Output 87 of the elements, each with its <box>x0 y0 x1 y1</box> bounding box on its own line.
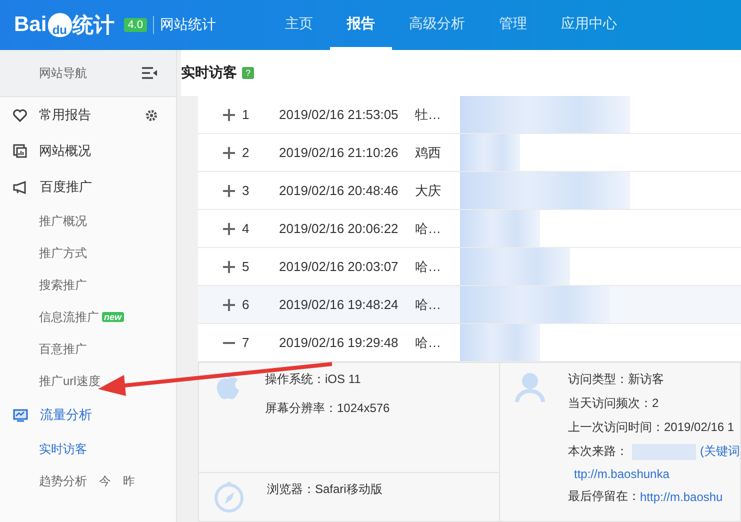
version-badge: 4.0 <box>124 18 147 32</box>
detail-text: 上一次访问时间：2019/02/16 1 <box>568 419 736 436</box>
expand-button[interactable] <box>222 184 236 198</box>
sidebar-item[interactable]: 搜索推广 <box>39 276 87 294</box>
visit-time: 2019/02/16 19:29:48 <box>279 335 400 350</box>
region-cell: 哈… <box>415 334 441 352</box>
visit-time: 2019/02/16 19:48:24 <box>279 297 400 312</box>
detail-text: 操作系统：iOS 11 <box>265 371 362 388</box>
visit-time: 2019/02/16 21:10:26 <box>279 145 400 160</box>
nav-tab[interactable]: 应用中心 <box>544 0 634 50</box>
megaphone-icon <box>13 180 28 194</box>
day-link[interactable]: 今 <box>99 472 111 490</box>
settings-icon[interactable] <box>145 108 158 122</box>
url-link[interactable]: http://m.baoshu <box>640 490 723 504</box>
detail-text: 访问类型：新访客 <box>568 371 665 388</box>
plus-icon <box>223 298 235 310</box>
row-index: 5 <box>242 259 250 274</box>
chart-icon <box>13 144 27 158</box>
expand-button[interactable] <box>222 146 236 160</box>
expand-button[interactable] <box>222 108 236 122</box>
new-badge: new <box>102 312 124 322</box>
visit-time: 2019/02/16 21:53:05 <box>279 107 400 122</box>
sidebar-item[interactable]: 信息流推广 <box>39 308 99 326</box>
sidebar-item[interactable]: 推广概况 <box>39 212 87 230</box>
visitor-row[interactable]: 1 2019/02/16 21:53:05 牡… <box>198 96 741 134</box>
visitor-row[interactable]: 6 2019/02/16 19:48:24 哈… <box>198 286 741 324</box>
sidebar-section[interactable]: 常用报告 <box>39 106 145 124</box>
logo-text: 统计 <box>72 13 115 39</box>
visitor-row[interactable]: 3 2019/02/16 20:48:46 大庆 <box>198 172 741 210</box>
sidebar-item[interactable]: 推广url速度 <box>39 372 100 390</box>
url-link[interactable]: ttp://m.baoshunka <box>568 467 740 481</box>
detail-label: 本次来路： <box>568 443 628 460</box>
detail-text: 浏览器：Safari移动版 <box>267 481 382 498</box>
region-cell: 牡… <box>415 106 441 124</box>
expand-button[interactable] <box>222 298 236 312</box>
sidebar-section[interactable]: 百度推广 <box>40 178 158 196</box>
sidebar-section[interactable]: 网站概况 <box>39 142 158 160</box>
paw-logo: du <box>48 13 72 37</box>
visit-time: 2019/02/16 20:06:22 <box>279 221 400 236</box>
visitor-row[interactable]: 7 2019/02/16 19:29:48 哈… <box>198 324 741 362</box>
plus-icon <box>223 222 235 234</box>
product-name: 网站统计 <box>152 16 216 34</box>
sidebar-title: 网站导航 <box>39 64 87 82</box>
detail-text: 屏幕分辨率：1024x576 <box>265 400 390 417</box>
compass-icon <box>213 481 245 513</box>
row-index: 6 <box>242 297 250 312</box>
user-icon <box>514 371 546 403</box>
page-title: 实时访客 <box>181 64 237 82</box>
logo-text: Bai <box>14 13 47 37</box>
visitor-row[interactable]: 2 2019/02/16 21:10:26 鸡西 <box>198 134 741 172</box>
nav-tab[interactable]: 高级分析 <box>392 0 482 50</box>
region-cell: 哈… <box>415 296 441 314</box>
visitor-row[interactable]: 4 2019/02/16 20:06:22 哈… <box>198 210 741 248</box>
row-index: 1 <box>242 107 250 122</box>
sidebar-item[interactable]: 实时访客 <box>39 440 87 458</box>
detail-label: 最后停留在： <box>568 488 640 505</box>
visitor-row[interactable]: 5 2019/02/16 20:03:07 哈… <box>198 248 741 286</box>
pixelated-block <box>632 444 696 460</box>
expand-button[interactable] <box>222 260 236 274</box>
collapse-menu-icon[interactable] <box>142 67 158 79</box>
visit-time: 2019/02/16 20:48:46 <box>279 183 400 198</box>
visit-time: 2019/02/16 20:03:07 <box>279 259 400 274</box>
nav-tab[interactable]: 管理 <box>482 0 544 50</box>
region-cell: 哈… <box>415 258 441 276</box>
expand-button[interactable] <box>222 222 236 236</box>
nav-tab[interactable]: 主页 <box>268 0 330 50</box>
day-link[interactable]: 昨 <box>123 472 135 490</box>
keyword-link[interactable]: (关键词 <box>700 443 740 460</box>
region-cell: 鸡西 <box>415 144 441 162</box>
help-badge[interactable]: ? <box>242 67 254 79</box>
row-index: 2 <box>242 145 250 160</box>
sidebar-section[interactable]: 流量分析 <box>40 406 158 424</box>
sidebar-item[interactable]: 趋势分析 <box>39 472 87 490</box>
monitor-icon <box>13 408 28 422</box>
row-index: 7 <box>242 335 250 350</box>
plus-icon <box>223 108 235 120</box>
row-index: 4 <box>242 221 250 236</box>
detail-text: 当天访问频次：2 <box>568 395 660 412</box>
sidebar-item[interactable]: 推广方式 <box>39 244 87 262</box>
sidebar-item[interactable]: 百意推广 <box>39 340 87 358</box>
row-index: 3 <box>242 183 250 198</box>
region-cell: 大庆 <box>415 182 441 200</box>
region-cell: 哈… <box>415 220 441 238</box>
plus-icon <box>223 184 235 196</box>
heart-icon <box>13 108 27 122</box>
plus-icon <box>223 260 235 272</box>
plus-icon <box>223 146 235 158</box>
